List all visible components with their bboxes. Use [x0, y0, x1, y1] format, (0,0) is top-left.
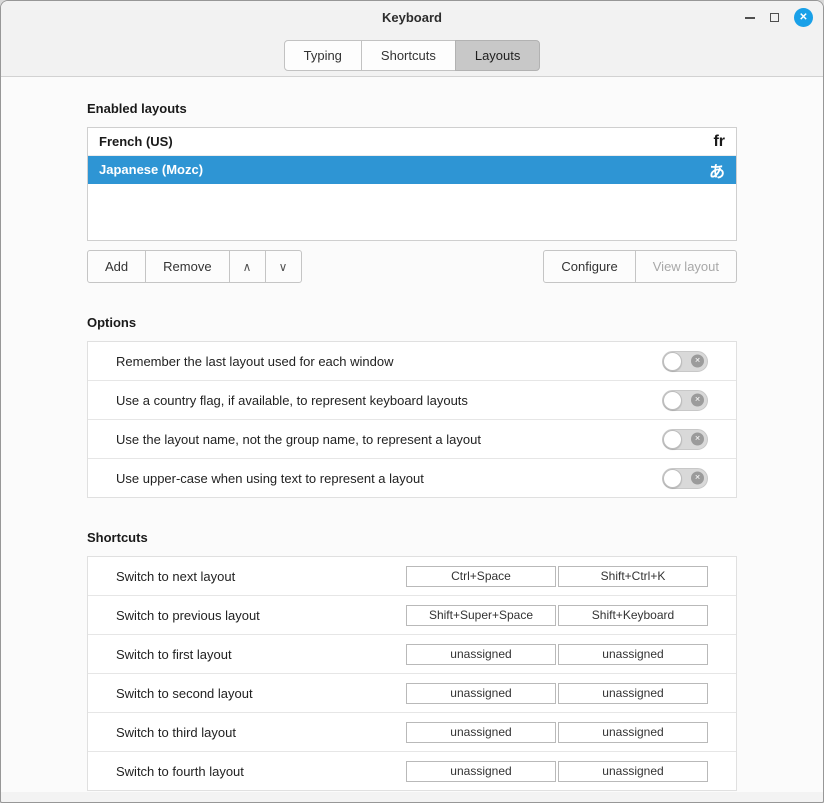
tab-layouts[interactable]: Layouts	[455, 40, 541, 71]
maximize-icon	[770, 13, 779, 22]
chevron-down-icon: ∨	[279, 260, 288, 274]
keybinding-button[interactable]: Shift+Keyboard	[558, 605, 708, 626]
option-label: Use a country flag, if available, to rep…	[116, 393, 468, 408]
keyboard-settings-window: Keyboard ✕ Typing Shortcuts Layouts Enab…	[0, 0, 824, 803]
shortcut-bindings: unassigned unassigned	[406, 722, 708, 743]
layout-edit-button-group: Add Remove ∧ ∨	[87, 250, 302, 283]
tab-bar: Typing Shortcuts Layouts	[1, 34, 823, 77]
keybinding-button[interactable]: Ctrl+Space	[406, 566, 556, 587]
shortcut-row-first-layout: Switch to first layout unassigned unassi…	[88, 635, 736, 674]
layout-name: Japanese (Mozc)	[99, 162, 203, 177]
toggle-knob	[663, 391, 682, 410]
maximize-button[interactable]	[770, 13, 779, 22]
toggle-knob	[663, 352, 682, 371]
option-row-country-flag: Use a country flag, if available, to rep…	[88, 381, 736, 420]
shortcut-label: Switch to fourth layout	[116, 764, 244, 779]
shortcuts-heading: Shortcuts	[87, 530, 737, 545]
toggle-country-flag[interactable]: ✕	[662, 390, 708, 411]
tab-typing[interactable]: Typing	[284, 40, 362, 71]
toggle-off-icon: ✕	[691, 433, 704, 446]
keybinding-button[interactable]: unassigned	[558, 722, 708, 743]
actions-spacer	[302, 250, 544, 283]
tab-group: Typing Shortcuts Layouts	[284, 40, 541, 71]
shortcut-label: Switch to previous layout	[116, 608, 260, 623]
layout-item-french[interactable]: French (US) fr	[88, 128, 736, 156]
option-label: Use upper-case when using text to repres…	[116, 471, 424, 486]
keybinding-button[interactable]: Shift+Ctrl+K	[558, 566, 708, 587]
shortcut-bindings: unassigned unassigned	[406, 644, 708, 665]
option-label: Remember the last layout used for each w…	[116, 354, 393, 369]
shortcut-row-second-layout: Switch to second layout unassigned unass…	[88, 674, 736, 713]
shortcut-label: Switch to second layout	[116, 686, 253, 701]
options-list: Remember the last layout used for each w…	[87, 341, 737, 498]
titlebar: Keyboard ✕	[1, 1, 823, 34]
option-row-upper-case: Use upper-case when using text to repres…	[88, 459, 736, 497]
options-heading: Options	[87, 315, 737, 330]
keybinding-button[interactable]: unassigned	[406, 683, 556, 704]
keybinding-button[interactable]: unassigned	[558, 761, 708, 782]
minimize-button[interactable]	[745, 17, 755, 19]
close-icon: ✕	[794, 8, 813, 27]
configure-layout-button[interactable]: Configure	[543, 250, 635, 283]
shortcut-row-fourth-layout: Switch to fourth layout unassigned unass…	[88, 752, 736, 790]
tab-shortcuts[interactable]: Shortcuts	[361, 40, 456, 71]
window-title: Keyboard	[382, 10, 442, 25]
layout-indicator-fr: fr	[713, 133, 725, 151]
layout-list-actions: Add Remove ∧ ∨ Configure View layout	[87, 250, 737, 283]
toggle-off-icon: ✕	[691, 472, 704, 485]
toggle-off-icon: ✕	[691, 355, 704, 368]
enabled-layouts-list: French (US) fr Japanese (Mozc) あ	[87, 127, 737, 241]
shortcut-label: Switch to next layout	[116, 569, 235, 584]
shortcut-row-next-layout: Switch to next layout Ctrl+Space Shift+C…	[88, 557, 736, 596]
toggle-remember-layout[interactable]: ✕	[662, 351, 708, 372]
toggle-off-icon: ✕	[691, 394, 704, 407]
keybinding-button[interactable]: unassigned	[406, 644, 556, 665]
shortcuts-list: Switch to next layout Ctrl+Space Shift+C…	[87, 556, 737, 791]
chevron-up-icon: ∧	[243, 260, 252, 274]
shortcut-bindings: unassigned unassigned	[406, 761, 708, 782]
layout-view-button-group: Configure View layout	[543, 250, 737, 283]
shortcuts-section: Shortcuts Switch to next layout Ctrl+Spa…	[87, 530, 737, 791]
toggle-upper-case[interactable]: ✕	[662, 468, 708, 489]
shortcut-label: Switch to third layout	[116, 725, 236, 740]
toggle-knob	[663, 469, 682, 488]
keybinding-button[interactable]: unassigned	[558, 683, 708, 704]
view-layout-button[interactable]: View layout	[635, 250, 737, 283]
window-controls: ✕	[745, 1, 813, 34]
toggle-layout-name[interactable]: ✕	[662, 429, 708, 450]
option-row-remember-layout: Remember the last layout used for each w…	[88, 342, 736, 381]
shortcut-row-previous-layout: Switch to previous layout Shift+Super+Sp…	[88, 596, 736, 635]
keybinding-button[interactable]: Shift+Super+Space	[406, 605, 556, 626]
layout-indicator-ja: あ	[709, 158, 725, 182]
shortcut-label: Switch to first layout	[116, 647, 232, 662]
keybinding-button[interactable]: unassigned	[406, 722, 556, 743]
close-button[interactable]: ✕	[794, 8, 813, 27]
toggle-knob	[663, 430, 682, 449]
move-layout-down-button[interactable]: ∨	[265, 250, 302, 283]
add-layout-button[interactable]: Add	[87, 250, 146, 283]
shortcut-bindings: Ctrl+Space Shift+Ctrl+K	[406, 566, 708, 587]
layout-item-japanese[interactable]: Japanese (Mozc) あ	[88, 156, 736, 184]
keybinding-button[interactable]: unassigned	[558, 644, 708, 665]
option-row-layout-name: Use the layout name, not the group name,…	[88, 420, 736, 459]
shortcut-row-third-layout: Switch to third layout unassigned unassi…	[88, 713, 736, 752]
remove-layout-button[interactable]: Remove	[145, 250, 229, 283]
move-layout-up-button[interactable]: ∧	[229, 250, 266, 283]
layout-name: French (US)	[99, 134, 173, 149]
keybinding-button[interactable]: unassigned	[406, 761, 556, 782]
layouts-panel: Enabled layouts French (US) fr Japanese …	[1, 77, 823, 792]
shortcut-bindings: Shift+Super+Space Shift+Keyboard	[406, 605, 708, 626]
options-section: Options Remember the last layout used fo…	[87, 315, 737, 498]
minimize-icon	[745, 17, 755, 19]
shortcut-bindings: unassigned unassigned	[406, 683, 708, 704]
enabled-layouts-heading: Enabled layouts	[87, 101, 737, 116]
option-label: Use the layout name, not the group name,…	[116, 432, 481, 447]
